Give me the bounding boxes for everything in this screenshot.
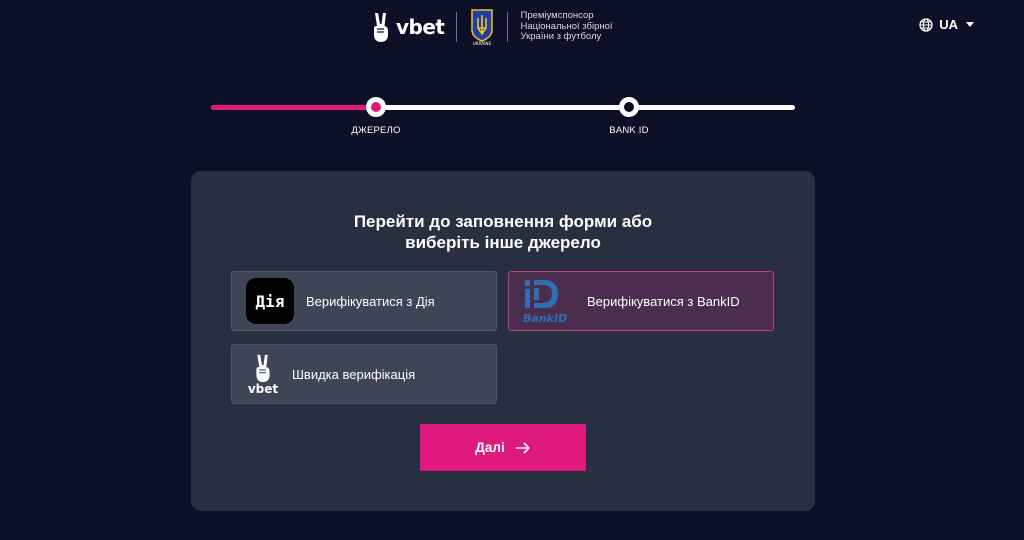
- brand-name: vbet: [396, 15, 445, 39]
- vbet-icon: vbet: [246, 349, 280, 399]
- header: vbet UKRAINE Преміумспонсор Національної…: [0, 0, 1024, 54]
- crest-label: UKRAINE: [473, 41, 492, 46]
- card-title: Перейти до заповнення форми або виберіть…: [191, 211, 815, 253]
- brand-area: vbet UKRAINE Преміумспонсор Національної…: [371, 8, 630, 46]
- option-bankid-label: Верифікуватися з BankID: [587, 293, 740, 309]
- vbet-icon-text: vbet: [247, 382, 279, 396]
- verification-page: vbet UKRAINE Преміумспонсор Національної…: [0, 0, 1024, 540]
- progress-track: [211, 105, 795, 110]
- ukraine-crest-icon: UKRAINE: [471, 9, 494, 46]
- option-bankid[interactable]: BankID Верифікуватися з BankID: [508, 271, 774, 331]
- option-quick[interactable]: vbet Швидка верифікація: [231, 344, 497, 404]
- language-label: UA: [939, 17, 958, 32]
- header-divider: [507, 12, 509, 42]
- next-button-label: Далі: [475, 440, 505, 455]
- progress-fill: [211, 105, 375, 110]
- language-selector[interactable]: UA: [919, 17, 974, 32]
- bankid-icon-text: BankID: [523, 312, 567, 325]
- step-source-label: ДЖЕРЕЛО: [351, 125, 401, 136]
- step-bankid-dot[interactable]: [619, 97, 639, 117]
- sponsor-line: України з футболу: [520, 31, 602, 43]
- victory-hand-icon: [374, 13, 388, 42]
- next-button[interactable]: Далі: [420, 424, 586, 471]
- option-diia-label: Верифікуватися з Дія: [306, 293, 435, 309]
- step-bankid-label: BANK ID: [609, 125, 649, 136]
- victory-hand-icon: [256, 354, 270, 383]
- option-quick-label: Швидка верифікація: [292, 366, 416, 382]
- bankid-icon: BankID: [523, 280, 567, 325]
- arrow-right-icon: [515, 441, 530, 454]
- source-selection-card: Перейти до заповнення форми або виберіть…: [191, 171, 815, 511]
- vbet-logo[interactable]: vbet: [371, 11, 445, 43]
- diia-icon: Дія: [246, 278, 294, 324]
- step-source-dot[interactable]: [366, 97, 386, 117]
- option-diia[interactable]: Дія Верифікуватися з Дія: [231, 271, 497, 331]
- header-divider: [456, 12, 458, 42]
- card-title-line: Перейти до заповнення форми або: [353, 212, 653, 231]
- card-title-line: виберіть інше джерело: [405, 233, 601, 252]
- sponsor-text: Преміумспонсор Національної збірної Укра…: [520, 11, 630, 43]
- progress-stepper: ДЖЕРЕЛО BANK ID: [211, 97, 795, 141]
- globe-icon: [919, 17, 933, 32]
- caret-down-icon: [966, 22, 974, 27]
